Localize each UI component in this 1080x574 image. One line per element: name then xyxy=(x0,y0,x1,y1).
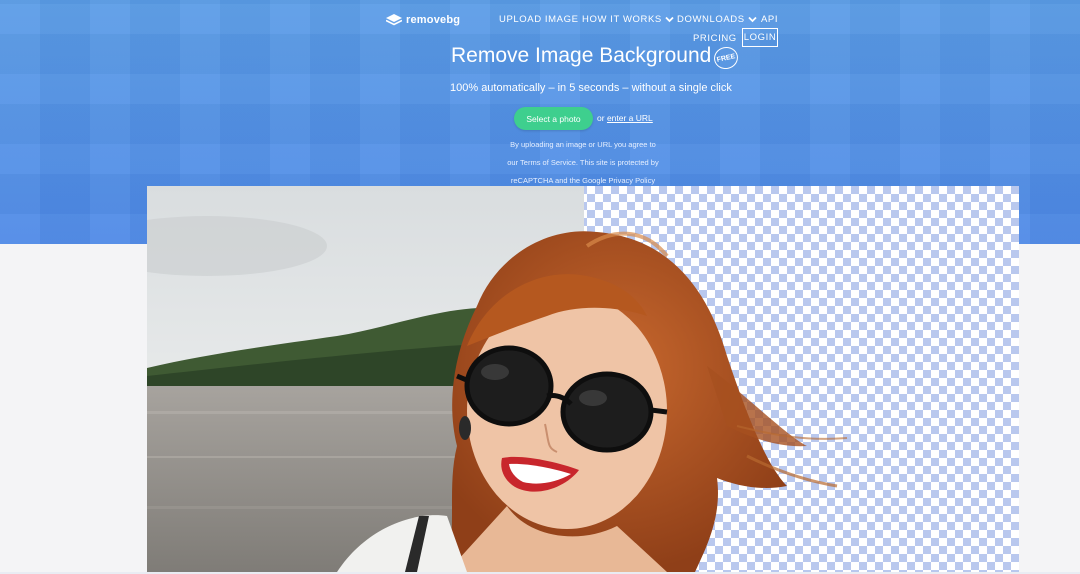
brand-logo[interactable]: removebg xyxy=(386,12,460,28)
nav-pricing[interactable]: PRICING xyxy=(693,33,737,44)
nav-api[interactable]: API xyxy=(761,14,778,25)
nav-upload-image-label: UPLOAD IMAGE xyxy=(499,14,579,25)
nav-upload-image[interactable]: UPLOAD IMAGE xyxy=(499,14,579,25)
demo-photo-illustration xyxy=(147,186,1019,572)
login-button[interactable]: LOGIN xyxy=(742,28,778,47)
hero-subtitle: 100% automatically – in 5 seconds – with… xyxy=(450,82,732,94)
chevron-down-icon xyxy=(748,16,757,23)
terms-disclaimer: By uploading an image or URL you agree t… xyxy=(490,136,676,190)
enter-url-link[interactable]: enter a URL xyxy=(607,113,653,123)
select-photo-button[interactable]: Select a photo xyxy=(514,107,593,130)
demo-image xyxy=(147,186,1019,572)
nav-downloads-label: DOWNLOADS xyxy=(677,14,745,25)
nav-downloads[interactable]: DOWNLOADS xyxy=(677,14,757,25)
nav-how-it-works-label: HOW IT WORKS xyxy=(582,14,662,25)
page-title: Remove Image Background xyxy=(451,44,712,67)
chevron-down-icon xyxy=(665,16,674,23)
nav-how-it-works[interactable]: HOW IT WORKS xyxy=(582,14,674,25)
disclaimer-line: By uploading an image or URL you agree t… xyxy=(510,140,656,149)
sunglasses-left-lens xyxy=(464,345,554,427)
nav-pricing-label: PRICING xyxy=(693,33,737,44)
or-text: or xyxy=(597,113,605,123)
layers-icon xyxy=(386,14,402,26)
nav-api-label: API xyxy=(761,14,779,25)
enter-url-row: or enter a URL xyxy=(597,113,653,123)
brand-name: removebg xyxy=(406,14,461,26)
disclaimer-line: our Terms of Service. This site is prote… xyxy=(507,158,659,167)
sunglasses-right-lens xyxy=(560,371,654,453)
